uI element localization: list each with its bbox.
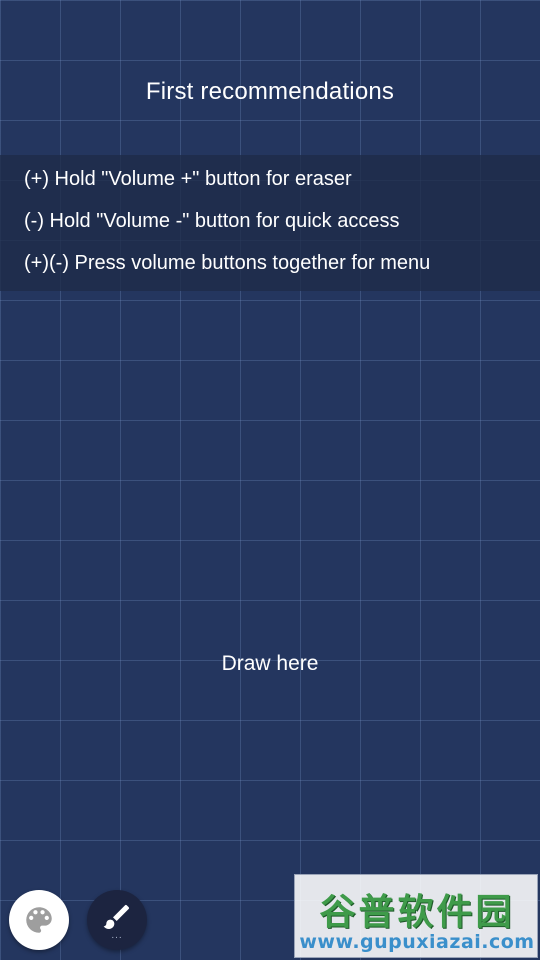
drawing-canvas[interactable]: First recommendations (+) Hold "Volume +… [0, 0, 540, 960]
watermark-title: 谷普软件园 [319, 892, 515, 933]
recommendations-panel: (+) Hold "Volume +" button for eraser (-… [0, 155, 540, 291]
page-title: First recommendations [145, 78, 395, 105]
palette-icon [22, 903, 56, 937]
tip-menu: (+)(-) Press volume buttons together for… [24, 252, 431, 274]
watermark-url: www.gupuxiazai.com [299, 931, 535, 953]
watermark-logo: 谷普软件园 www.gupuxiazai.com [294, 874, 538, 958]
brush-icon [101, 901, 133, 933]
tip-quick-access: (-) Hold "Volume -" button for quick acc… [24, 210, 400, 232]
tip-eraser: (+) Hold "Volume +" button for eraser [24, 168, 352, 190]
draw-here-hint: Draw here [221, 652, 319, 675]
brush-indicator: ... [111, 930, 123, 941]
brush-button[interactable]: ... [87, 890, 147, 950]
palette-button[interactable] [9, 890, 69, 950]
